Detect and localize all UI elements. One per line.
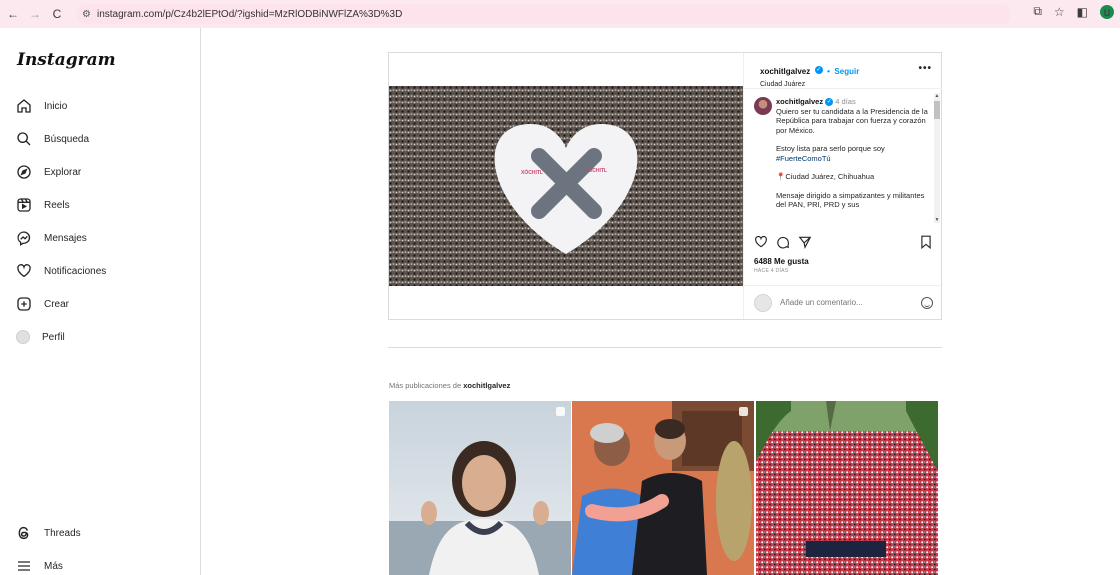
sidepanel-icon[interactable]: ◧ bbox=[1077, 5, 1088, 19]
avatar bbox=[754, 293, 772, 312]
caption-line: Quiero ser tu candidata a la Presidencia… bbox=[776, 106, 928, 135]
more-options-icon[interactable]: ••• bbox=[918, 63, 932, 74]
browser-profile-avatar[interactable]: u bbox=[1100, 4, 1114, 19]
rally-photo bbox=[756, 401, 938, 575]
sidebar-item-label: Búsqueda bbox=[44, 133, 90, 145]
sidebar-item-label: Reels bbox=[44, 199, 70, 211]
caption-area: xochitlgalvez ✓ 4 días Quiero ser tu can… bbox=[744, 89, 942, 232]
like-heart-icon[interactable] bbox=[754, 235, 768, 249]
sidebar-item-busqueda[interactable]: Búsqueda bbox=[16, 131, 89, 147]
sidebar-item-label: Inicio bbox=[44, 100, 68, 112]
comment-icon[interactable] bbox=[776, 235, 790, 249]
more-posts-username[interactable]: xochitlgalvez bbox=[463, 381, 510, 390]
post-actions bbox=[754, 235, 934, 249]
sidebar-item-crear[interactable]: Crear bbox=[16, 296, 69, 312]
save-post-button[interactable] bbox=[920, 235, 932, 254]
install-app-icon[interactable]: ⧉ bbox=[1033, 4, 1042, 19]
sidebar-item-inicio[interactable]: Inicio bbox=[16, 98, 67, 114]
scrollbar-thumb[interactable] bbox=[934, 101, 940, 119]
sidebar-item-mensajes[interactable]: Mensajes bbox=[16, 230, 87, 246]
browser-actions: ⧉ ☆ ◧ u bbox=[1033, 4, 1114, 19]
caption-avatar[interactable] bbox=[754, 97, 772, 115]
scroll-up-icon[interactable]: ▲ bbox=[934, 93, 940, 99]
verified-badge-icon: ✓ bbox=[825, 98, 834, 107]
reload-icon[interactable]: C bbox=[48, 5, 66, 23]
svg-text:XÓCHITL: XÓCHITL bbox=[585, 166, 607, 174]
sidebar-item-label: Perfil bbox=[42, 331, 65, 343]
sidebar-item-label: Crear bbox=[44, 298, 70, 310]
compass-icon bbox=[17, 165, 31, 179]
reels-icon bbox=[17, 198, 31, 212]
comment-box bbox=[744, 285, 943, 319]
follow-button[interactable]: Seguir bbox=[834, 67, 859, 76]
sidebar-item-notificaciones[interactable]: Notificaciones bbox=[16, 263, 106, 279]
share-icon[interactable] bbox=[798, 235, 812, 249]
caption-text: xochitlgalvez ✓ 4 días Quiero ser tu can… bbox=[776, 97, 928, 210]
messenger-icon bbox=[17, 231, 31, 246]
grid-post[interactable] bbox=[389, 401, 571, 575]
post-image[interactable]: XÓCHITL XÓCHITL bbox=[389, 86, 743, 286]
caption-scrollbar[interactable]: ▲ ▼ bbox=[934, 93, 940, 223]
carousel-icon bbox=[739, 407, 748, 416]
caption-time: 4 días bbox=[835, 97, 856, 106]
caption-line: 📍Ciudad Juárez, Chihuahua bbox=[776, 172, 875, 181]
comment-input[interactable] bbox=[780, 298, 900, 307]
hug-photo bbox=[572, 401, 754, 575]
sidebar-item-mas[interactable]: Más bbox=[16, 558, 63, 574]
section-divider bbox=[388, 347, 942, 348]
back-icon[interactable]: ← bbox=[4, 5, 22, 23]
sidebar-item-threads[interactable]: Threads bbox=[16, 525, 81, 541]
sidebar-item-perfil[interactable]: Perfil bbox=[16, 330, 65, 344]
sidebar-item-label: Más bbox=[44, 560, 63, 572]
sidebar-item-label: Mensajes bbox=[44, 232, 87, 244]
verified-badge-icon: ✓ bbox=[814, 65, 823, 74]
browser-toolbar: ← → C ⚙ instagram.com/p/Cz4b2lEPtOd/?igs… bbox=[0, 0, 1120, 28]
portrait-photo bbox=[389, 401, 571, 575]
carousel-icon bbox=[556, 407, 565, 416]
grid-post[interactable] bbox=[756, 401, 938, 575]
sidebar-item-label: Threads bbox=[44, 527, 81, 539]
bookmark-star-icon[interactable]: ☆ bbox=[1054, 5, 1065, 19]
heart-icon bbox=[17, 264, 31, 278]
post-location[interactable]: Ciudad Juárez bbox=[760, 81, 942, 88]
sidebar-item-explorar[interactable]: Explorar bbox=[16, 164, 81, 180]
post-header: xochitlgalvez ✓ • Seguir Ciudad Juárez •… bbox=[744, 53, 942, 89]
avatar bbox=[16, 330, 30, 344]
sidebar-item-label: Notificaciones bbox=[44, 265, 107, 277]
emoji-icon[interactable] bbox=[921, 297, 933, 309]
likes-count[interactable]: 6488 Me gusta bbox=[754, 257, 809, 266]
sidebar: Instagram Inicio Búsqueda Explorar Reels… bbox=[0, 28, 201, 575]
post-username[interactable]: xochitlgalvez bbox=[760, 67, 810, 76]
search-icon bbox=[17, 132, 31, 146]
threads-icon bbox=[18, 526, 29, 540]
sidebar-item-label: Explorar bbox=[44, 166, 82, 178]
site-settings-icon[interactable]: ⚙ bbox=[82, 9, 91, 20]
separator-dot: • bbox=[827, 67, 830, 76]
forward-icon[interactable]: → bbox=[26, 5, 44, 23]
grid-post[interactable] bbox=[572, 401, 754, 575]
post-details-panel: xochitlgalvez ✓ • Seguir Ciudad Juárez •… bbox=[743, 53, 943, 319]
caption-username[interactable]: xochitlgalvez bbox=[776, 97, 823, 106]
plus-square-icon bbox=[17, 297, 31, 311]
crowd-heart-photo: XÓCHITL XÓCHITL bbox=[389, 86, 743, 286]
url-text: instagram.com/p/Cz4b2lEPtOd/?igshid=MzRl… bbox=[96, 8, 403, 20]
caption-line: Mensaje dirigido a simpatizantes y milit… bbox=[776, 190, 925, 210]
bookmark-icon bbox=[921, 235, 931, 250]
menu-icon bbox=[18, 561, 30, 571]
post-card: XÓCHITL XÓCHITL xochitlgalvez ✓ • Seguir… bbox=[388, 52, 943, 320]
instagram-logo[interactable]: Instagram bbox=[17, 50, 116, 70]
address-bar[interactable]: ⚙ instagram.com/p/Cz4b2lEPtOd/?igshid=Mz… bbox=[76, 4, 1011, 24]
sidebar-item-reels[interactable]: Reels bbox=[16, 197, 70, 213]
caption-line: Estoy lista para serlo porque soy bbox=[776, 144, 885, 153]
scroll-down-icon[interactable]: ▼ bbox=[934, 217, 940, 223]
svg-text:XÓCHITL: XÓCHITL bbox=[521, 168, 543, 176]
more-posts-heading: Más publicaciones de xochitlgalvez bbox=[389, 381, 510, 390]
more-posts-prefix: Más publicaciones de bbox=[389, 381, 462, 390]
caption-hashtag[interactable]: #FuerteComoTú bbox=[776, 154, 928, 164]
post-time-ago: HACE 4 DÍAS bbox=[754, 268, 789, 274]
home-icon bbox=[17, 99, 31, 113]
